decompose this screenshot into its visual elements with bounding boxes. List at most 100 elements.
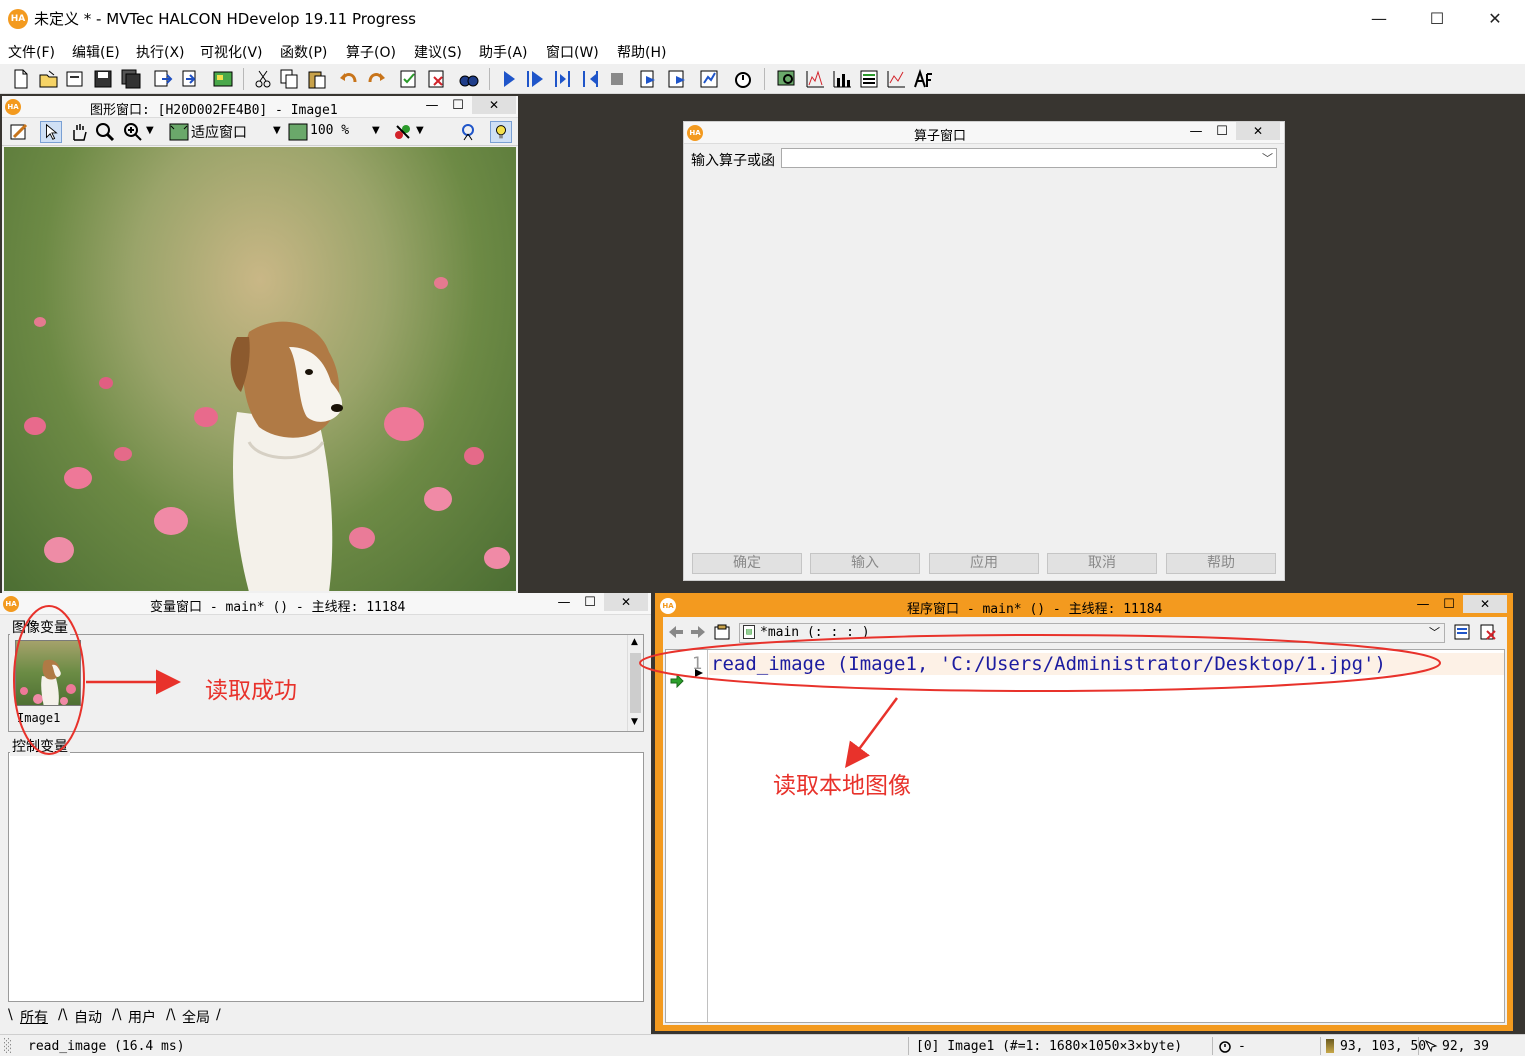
menu-assistants[interactable]: 助手(A) <box>479 42 528 62</box>
chevron-down-icon[interactable]: ﹀ <box>1429 624 1440 642</box>
image-variable-thumbnail[interactable] <box>15 640 81 706</box>
profiler-icon[interactable] <box>698 68 720 90</box>
scroll-up-icon[interactable]: ▲ <box>631 637 638 647</box>
image-canvas[interactable] <box>4 147 516 591</box>
tab-auto[interactable]: 自动 <box>74 1007 102 1027</box>
step-back-icon[interactable] <box>580 68 602 90</box>
menu-visualize[interactable]: 可视化(V) <box>200 42 263 62</box>
enter-button[interactable]: 输入 <box>810 553 920 574</box>
color-dropdown-arrow-icon[interactable]: ▼ <box>416 125 424 136</box>
procedure-list-icon[interactable] <box>713 623 731 641</box>
tab-global[interactable]: 全局 <box>182 1007 210 1027</box>
close-button[interactable]: ✕ <box>1466 2 1524 36</box>
paste-icon[interactable] <box>306 68 328 90</box>
title-bar: HA 未定义 * - MVTec HALCON HDevelop 19.11 P… <box>0 0 1525 38</box>
reset-icon[interactable] <box>638 68 660 90</box>
line-profile-icon[interactable] <box>885 68 907 90</box>
inspect-icon[interactable] <box>458 121 480 143</box>
scroll-down-icon[interactable]: ▼ <box>631 717 638 727</box>
cancel-button[interactable]: 取消 <box>1047 553 1157 574</box>
feature-histogram-icon[interactable] <box>831 68 853 90</box>
menu-suggestions[interactable]: 建议(S) <box>414 42 462 62</box>
import-icon[interactable] <box>180 68 202 90</box>
minimize-button[interactable]: — <box>1413 596 1433 614</box>
lightbulb-icon[interactable] <box>490 121 512 143</box>
code-editor[interactable]: 1 read_image (Image1, 'C:/Users/Administ… <box>665 649 1505 1023</box>
color-icon[interactable] <box>392 121 414 143</box>
vertical-scrollbar[interactable]: ▲ ▼ <box>627 635 643 731</box>
ocr-icon[interactable] <box>912 68 934 90</box>
find-icon[interactable] <box>458 68 480 90</box>
forward-arrow-icon[interactable] <box>689 623 707 641</box>
back-arrow-icon[interactable] <box>667 623 685 641</box>
stop-icon[interactable] <box>606 68 628 90</box>
properties-icon[interactable] <box>212 68 234 90</box>
minimize-button[interactable]: — <box>1186 123 1206 141</box>
feature-inspection-icon[interactable] <box>858 68 880 90</box>
cut-icon[interactable] <box>252 68 274 90</box>
edit-procedure-icon[interactable] <box>1453 623 1471 641</box>
maximize-button[interactable]: ☐ <box>1439 596 1459 614</box>
minimize-button[interactable]: — <box>554 594 574 612</box>
hand-icon[interactable] <box>68 121 90 143</box>
maximize-button[interactable]: ☐ <box>1212 123 1232 141</box>
close-button[interactable]: ✕ <box>604 593 648 611</box>
pointer-icon[interactable] <box>40 121 62 143</box>
zoom-window-icon[interactable] <box>776 68 798 90</box>
ok-button[interactable]: 确定 <box>692 553 802 574</box>
menu-file[interactable]: 文件(F) <box>8 42 55 62</box>
save-all-icon[interactable] <box>120 68 142 90</box>
close-button[interactable]: ✕ <box>1236 122 1280 140</box>
open-file-icon[interactable] <box>38 68 60 90</box>
line-gutter[interactable] <box>666 650 708 1022</box>
scrollbar-thumb[interactable] <box>630 653 641 713</box>
run-icon[interactable] <box>498 68 520 90</box>
menu-procedures[interactable]: 函数(P) <box>280 42 327 62</box>
zoom-dropdown-arrow-icon[interactable]: ▼ <box>146 125 154 136</box>
maximize-button[interactable]: ☐ <box>580 594 600 612</box>
menu-edit[interactable]: 编辑(E) <box>72 42 120 62</box>
close-button[interactable]: ✕ <box>472 96 516 114</box>
maximize-button[interactable]: ☐ <box>448 97 468 115</box>
copy-icon[interactable] <box>278 68 300 90</box>
timer-icon[interactable] <box>732 68 754 90</box>
procedure-selector[interactable]: ▤ *main (: : : ) ﹀ <box>739 623 1445 643</box>
minimize-button[interactable]: — <box>1350 2 1408 36</box>
zoom-level-dropdown-arrow-icon[interactable]: ▼ <box>372 125 380 136</box>
apply-button[interactable]: 应用 <box>929 553 1039 574</box>
export-icon[interactable] <box>152 68 174 90</box>
undo-icon[interactable] <box>338 68 360 90</box>
maximize-button[interactable]: ☐ <box>1408 2 1466 36</box>
fit-window-icon[interactable] <box>168 121 190 143</box>
new-file-icon[interactable] <box>10 68 32 90</box>
step-over-icon[interactable] <box>552 68 574 90</box>
delete-procedure-icon[interactable] <box>1479 623 1497 641</box>
zoom-level[interactable]: 100 % <box>310 123 349 138</box>
operator-input[interactable]: ﹀ <box>781 148 1277 168</box>
run-to-icon[interactable] <box>524 68 546 90</box>
zoom-icon[interactable] <box>122 121 144 143</box>
fit-window-label[interactable]: 适应窗口 <box>191 122 247 142</box>
zoom-percent-icon[interactable] <box>287 121 309 143</box>
chevron-down-icon[interactable]: ﹀ <box>1262 150 1273 166</box>
menu-window[interactable]: 窗口(W) <box>546 42 599 62</box>
menu-operators[interactable]: 算子(O) <box>346 42 396 62</box>
menu-help[interactable]: 帮助(H) <box>617 42 666 62</box>
fit-dropdown-arrow-icon[interactable]: ▼ <box>273 125 281 136</box>
tab-all[interactable]: 所有 <box>20 1007 48 1027</box>
edit-settings-icon[interactable] <box>8 121 30 143</box>
gray-histogram-icon[interactable] <box>804 68 826 90</box>
tab-user[interactable]: 用户 <box>128 1007 156 1027</box>
close-button[interactable]: ✕ <box>1463 595 1507 613</box>
minimize-button[interactable]: — <box>422 97 442 115</box>
redo-icon[interactable] <box>365 68 387 90</box>
save-icon[interactable] <box>92 68 114 90</box>
code-line[interactable]: read_image (Image1, 'C:/Users/Administra… <box>709 653 1504 675</box>
deactivate-icon[interactable] <box>426 68 448 90</box>
open-program-icon[interactable] <box>64 68 86 90</box>
reset-program-icon[interactable] <box>666 68 688 90</box>
activate-icon[interactable] <box>398 68 420 90</box>
menu-execute[interactable]: 执行(X) <box>136 42 185 62</box>
magnify-icon[interactable] <box>94 121 116 143</box>
help-button[interactable]: 帮助 <box>1166 553 1276 574</box>
